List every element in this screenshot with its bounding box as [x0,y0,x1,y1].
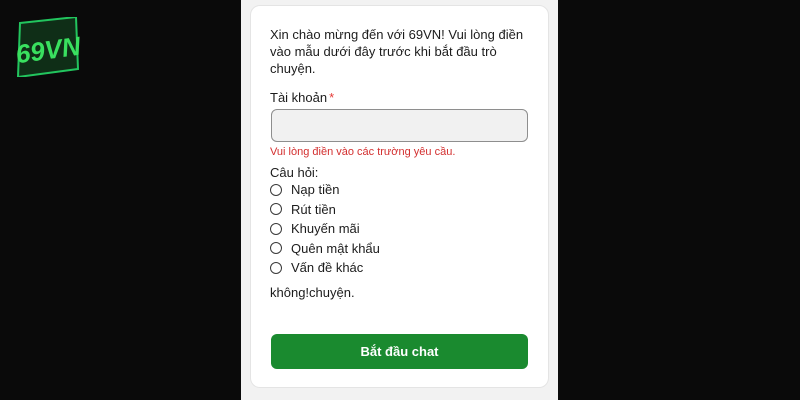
option-promotion[interactable]: Khuyến mãi [270,219,380,239]
logo-graphic: 69VN [14,17,82,77]
account-field-label: Tài khoản * [270,90,334,105]
option-label: Khuyến mãi [291,221,360,237]
option-label: Nạp tiền [291,182,340,198]
required-error-message: Vui lòng điền vào các trường yêu cầu. [270,146,456,158]
form-note: không!chuyện. [270,285,355,300]
option-forgot-password[interactable]: Quên mật khẩu [270,239,380,259]
option-label: Rút tiền [291,201,336,217]
option-other-issue[interactable]: Vấn đề khác [270,258,380,278]
account-input[interactable] [271,109,528,142]
question-label: Câu hỏi: [270,165,319,180]
required-mark: * [329,90,335,105]
option-withdraw[interactable]: Rút tiền [270,200,380,220]
option-label: Quên mật khẩu [291,240,380,256]
radio-icon[interactable] [270,183,282,196]
radio-icon[interactable] [270,261,282,274]
question-options: Nạp tiền Rút tiền Khuyến mãi Quên mật kh… [270,180,380,278]
welcome-message: Xin chào mừng đến với 69VN! Vui lòng điề… [270,27,524,76]
brand-logo: 69VN [14,17,82,77]
radio-icon[interactable] [270,203,282,216]
radio-icon[interactable] [270,222,282,235]
account-label-text: Tài khoản [270,90,328,105]
option-label: Vấn đề khác [291,260,364,276]
radio-icon[interactable] [270,242,282,255]
start-chat-button[interactable]: Bắt đầu chat [271,334,528,369]
option-deposit[interactable]: Nạp tiền [270,180,380,200]
